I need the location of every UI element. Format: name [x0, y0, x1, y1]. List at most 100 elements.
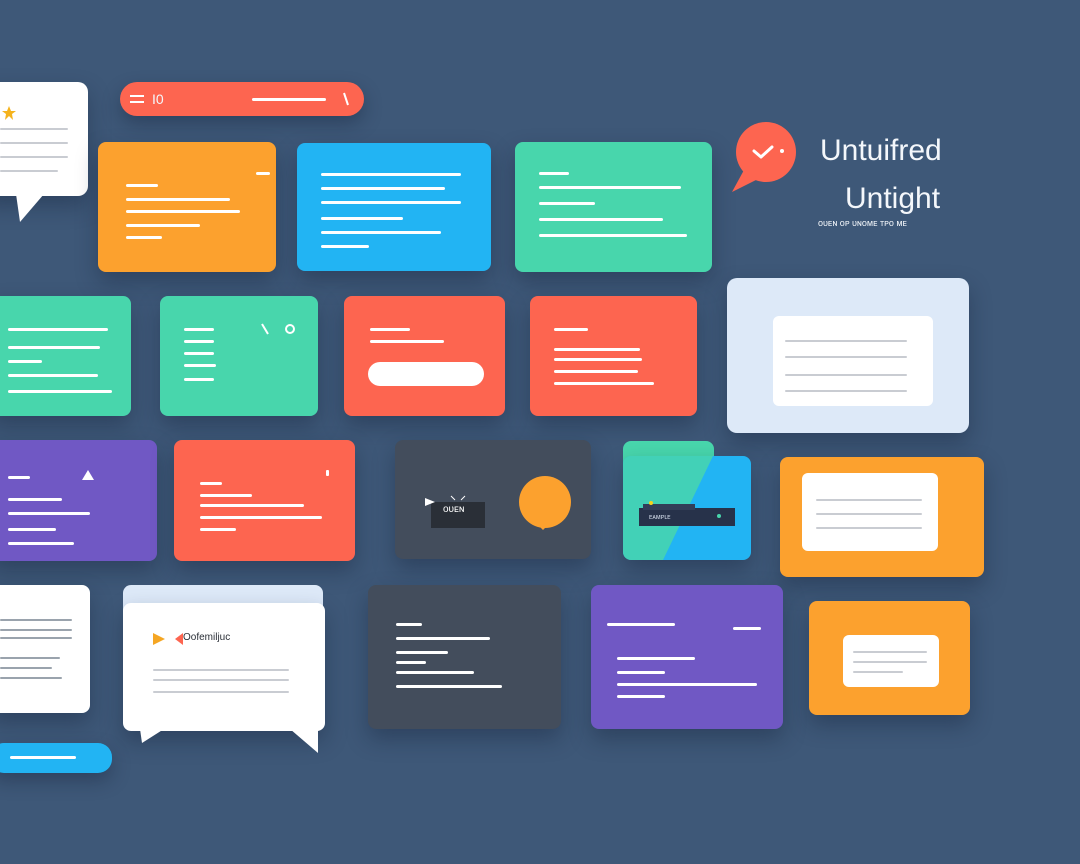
text-line — [396, 671, 474, 674]
chat-bubble-icon[interactable] — [730, 120, 796, 194]
header-caption: ᴏᴜᴇɴ ᴏᴘ ᴜɴᴏᴍᴇ ᴛᴘᴏ ᴍᴇ — [818, 218, 907, 228]
scroll-dot — [326, 470, 329, 476]
bottom-blue-pill[interactable] — [0, 743, 112, 773]
text-line — [8, 390, 112, 393]
text-line — [321, 231, 441, 234]
orange-dialog-card[interactable] — [780, 457, 984, 577]
top-toolbar-pill[interactable]: I0 — [120, 82, 364, 116]
text-line — [0, 677, 62, 679]
blue-text-card[interactable] — [297, 143, 491, 271]
text-line — [10, 756, 76, 759]
text-line — [8, 512, 90, 515]
text-line — [0, 170, 58, 172]
text-line — [396, 685, 502, 688]
text-line — [126, 236, 162, 239]
text-line — [184, 328, 214, 331]
text-line — [853, 661, 927, 663]
toolbar-line — [252, 98, 326, 101]
red-input-card[interactable] — [344, 296, 505, 416]
toolbar-label: I0 — [152, 91, 164, 107]
dark-media-card[interactable]: ᴏᴜᴇɴ — [395, 440, 591, 559]
text-line — [617, 683, 757, 686]
dark-text-card[interactable] — [368, 585, 561, 729]
text-line — [184, 340, 214, 343]
text-line — [0, 142, 68, 144]
dialog-panel — [802, 473, 938, 551]
dialog-panel — [773, 316, 933, 406]
text-line — [321, 245, 369, 248]
green-list-card[interactable] — [0, 296, 131, 416]
text-line — [396, 661, 426, 664]
white-list-card[interactable] — [0, 585, 90, 713]
play-icon[interactable] — [153, 633, 183, 645]
text-line — [153, 669, 289, 671]
text-line — [0, 667, 52, 669]
speech-bubble-card — [0, 82, 88, 196]
search-icon[interactable] — [342, 91, 352, 107]
text-line — [853, 671, 903, 673]
blue-device-card[interactable]: ᴇᴀᴍᴘʟᴇ — [623, 456, 751, 560]
speech-bubble-tail — [16, 194, 44, 222]
text-line — [321, 217, 403, 220]
pale-dialog-card[interactable] — [727, 278, 969, 433]
text-line — [607, 623, 675, 626]
text-line — [785, 374, 907, 376]
player-label: ᴏᴜᴇɴ — [443, 504, 465, 515]
text-line — [126, 198, 230, 201]
text-line — [8, 542, 74, 545]
text-line — [153, 691, 289, 693]
purple-list-card[interactable] — [0, 440, 157, 561]
menu-icon[interactable] — [130, 94, 144, 106]
text-line — [200, 494, 252, 497]
chat-message-card[interactable]: Oofemiljuc — [123, 603, 325, 731]
text-line — [8, 360, 42, 363]
input-field[interactable] — [368, 362, 484, 386]
speech-bubble-tail — [140, 729, 318, 753]
text-line — [816, 513, 922, 515]
text-line — [126, 210, 240, 213]
text-line — [539, 172, 569, 175]
green-small-card[interactable] — [160, 296, 318, 416]
chat-bubble-icon[interactable] — [515, 474, 573, 532]
text-line — [617, 695, 665, 698]
text-line — [0, 156, 68, 158]
text-line — [126, 224, 200, 227]
text-line — [321, 201, 461, 204]
text-line — [816, 527, 922, 529]
purple-text-card[interactable] — [591, 585, 783, 729]
text-line — [0, 637, 72, 639]
star-icon — [2, 106, 16, 120]
text-line — [8, 374, 98, 377]
text-line — [554, 348, 640, 351]
text-line — [785, 356, 907, 358]
text-line — [200, 528, 236, 531]
text-line — [0, 629, 72, 631]
orange-small-dialog-card[interactable] — [809, 601, 970, 715]
red-list-card[interactable] — [174, 440, 355, 561]
text-line — [370, 328, 410, 331]
text-line — [256, 172, 270, 175]
text-line — [126, 184, 158, 187]
text-line — [396, 623, 422, 626]
text-line — [733, 627, 761, 630]
text-line — [396, 637, 490, 640]
text-line — [785, 390, 907, 392]
text-line — [0, 128, 68, 130]
red-text-card[interactable] — [530, 296, 697, 416]
text-line — [8, 328, 108, 331]
text-line — [554, 328, 588, 331]
edit-icon[interactable] — [260, 322, 296, 336]
text-line — [617, 671, 665, 674]
text-line — [0, 619, 72, 621]
text-line — [396, 651, 448, 654]
text-line — [539, 234, 687, 237]
header-subtitle: Untight — [845, 182, 941, 215]
text-line — [539, 218, 663, 221]
orange-text-card[interactable] — [98, 142, 276, 272]
device-label: ᴇᴀᴍᴘʟᴇ — [649, 514, 671, 521]
text-line — [617, 657, 695, 660]
text-line — [184, 364, 216, 367]
green-text-card[interactable] — [515, 142, 712, 272]
text-line — [200, 482, 222, 485]
text-line — [153, 679, 289, 681]
